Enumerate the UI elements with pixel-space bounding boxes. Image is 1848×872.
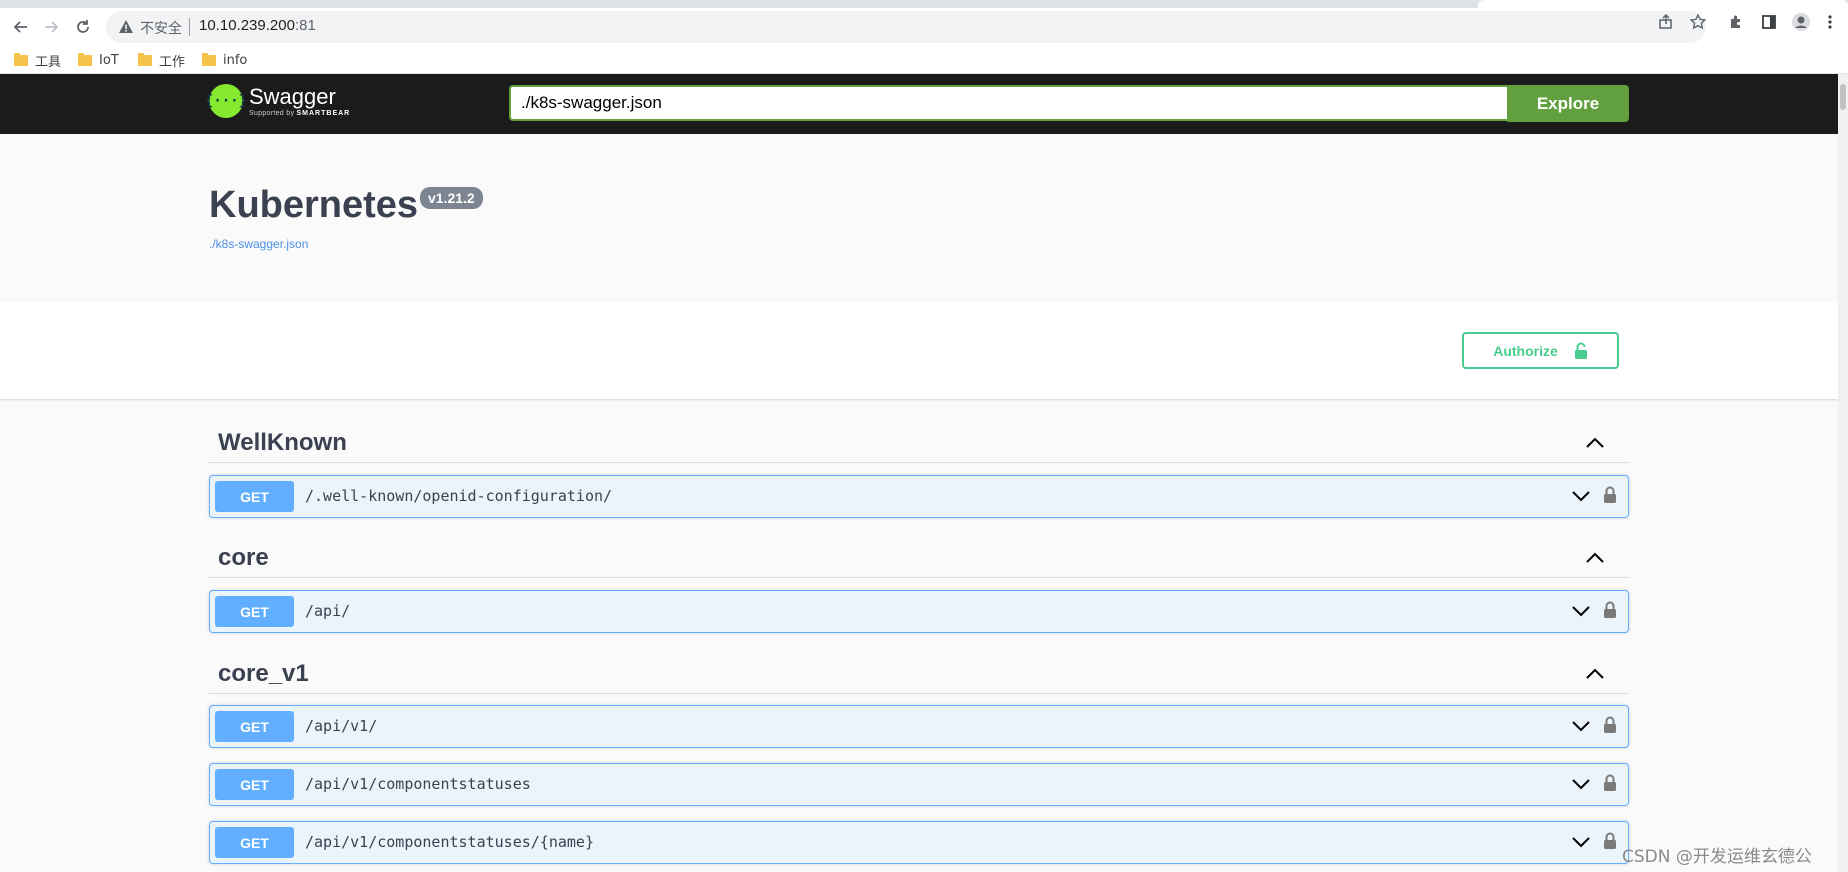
active-tab[interactable] — [1478, 0, 1848, 8]
url-port: :81 — [294, 17, 316, 34]
scheme-container: Authorize — [0, 302, 1838, 399]
method-badge: GET — [215, 596, 294, 627]
tag-header-core-v1[interactable]: core_v1 — [209, 654, 1629, 694]
security-label[interactable]: 不安全 — [140, 18, 182, 38]
chevron-up-icon[interactable] — [1585, 666, 1605, 680]
logo-subtitle: Supported by SMARTBEAR — [249, 110, 351, 117]
page-scrollbar[interactable] — [1838, 74, 1848, 872]
version-badge: v1.21.2 — [420, 187, 483, 209]
bookmark-star-button[interactable] — [1688, 12, 1708, 32]
chevron-up-icon[interactable] — [1585, 435, 1605, 449]
omnibox-divider — [189, 18, 190, 36]
browser-menu-button[interactable] — [1825, 12, 1835, 32]
scrollbar-thumb[interactable] — [1840, 84, 1846, 110]
url-text[interactable]: 10.10.239.200:81 — [199, 17, 316, 34]
bookmark-label: info — [223, 52, 248, 68]
tag-name: WellKnown — [218, 429, 347, 456]
avatar-icon — [1792, 13, 1810, 31]
back-button[interactable] — [8, 14, 34, 40]
warning-icon — [119, 20, 133, 33]
chevron-down-icon[interactable] — [1572, 720, 1590, 732]
csdn-watermark: CSDN @开发运维玄德公 — [1622, 847, 1812, 867]
operation-path: /api/v1/ — [305, 717, 378, 735]
share-icon — [1659, 14, 1672, 29]
method-badge: GET — [215, 481, 294, 512]
authorize-label: Authorize — [1493, 342, 1558, 359]
method-badge: GET — [215, 827, 294, 858]
reload-icon — [77, 20, 89, 33]
browser-toolbar: 不安全 10.10.239.200:81 — [0, 8, 1848, 46]
swagger-logo-icon: {···} — [205, 84, 247, 118]
url-host: 10.10.239.200 — [199, 17, 295, 34]
lock-icon[interactable] — [1603, 774, 1617, 792]
operation-get-api[interactable]: GET /api/ — [209, 590, 1629, 633]
puzzle-icon — [1731, 15, 1740, 28]
operation-path: /api/ — [305, 602, 351, 620]
chevron-down-icon[interactable] — [1572, 490, 1590, 502]
spec-url-link[interactable]: ./k8s-swagger.json — [209, 237, 308, 251]
chevron-down-icon[interactable] — [1572, 605, 1590, 617]
swagger-logo[interactable]: {···} Swagger Supported by SMARTBEAR — [205, 84, 351, 118]
logo-title: Swagger — [249, 84, 336, 109]
method-badge: GET — [215, 711, 294, 742]
operation-get-componentstatus-by-name[interactable]: GET /api/v1/componentstatuses/{name} — [209, 821, 1629, 864]
bookmark-folder-work[interactable]: 工作 — [138, 51, 186, 70]
bookmark-folder-iot[interactable]: IoT — [78, 51, 119, 69]
operation-get-componentstatuses[interactable]: GET /api/v1/componentstatuses — [209, 763, 1629, 806]
chevron-down-icon[interactable] — [1572, 836, 1590, 848]
extensions-button[interactable] — [1726, 12, 1746, 32]
bookmark-label: IoT — [99, 52, 119, 68]
tag-name: core — [218, 544, 269, 571]
profile-button[interactable] — [1791, 12, 1811, 32]
bookmark-label: 工具 — [35, 54, 62, 70]
tag-name: core_v1 — [218, 660, 309, 687]
method-badge: GET — [215, 769, 294, 800]
address-bar[interactable]: 不安全 10.10.239.200:81 — [106, 11, 1706, 43]
reload-button[interactable] — [70, 14, 96, 40]
bookmarks-bar: 工具 IoT 工作 info — [0, 46, 1848, 74]
browser-tab-strip — [0, 0, 1848, 8]
folder-icon — [138, 52, 152, 66]
arrow-left-icon — [13, 21, 27, 33]
unlock-icon — [1574, 342, 1587, 359]
lock-icon[interactable] — [1603, 601, 1617, 619]
operation-get-wellknown[interactable]: GET /.well-known/openid-configuration/ — [209, 475, 1629, 518]
forward-button[interactable] — [38, 14, 64, 40]
bookmark-folder-info[interactable]: info — [202, 51, 247, 69]
kebab-menu-icon — [1828, 15, 1832, 29]
star-icon — [1690, 14, 1706, 30]
lock-icon[interactable] — [1603, 832, 1617, 850]
bookmark-label: 工作 — [159, 54, 186, 70]
bookmark-folder-tools[interactable]: 工具 — [14, 51, 62, 70]
share-button[interactable] — [1656, 12, 1676, 32]
folder-icon — [202, 52, 216, 66]
lock-icon[interactable] — [1603, 716, 1617, 734]
tag-header-wellknown[interactable]: WellKnown — [209, 423, 1629, 463]
spec-url-input[interactable] — [509, 85, 1508, 121]
arrow-right-icon — [45, 21, 59, 33]
folder-icon — [14, 52, 28, 66]
chevron-up-icon[interactable] — [1585, 550, 1605, 564]
folder-icon — [78, 52, 92, 66]
api-title: Kubernetes — [209, 184, 419, 226]
side-panel-icon — [1762, 15, 1776, 29]
explore-button[interactable]: Explore — [1507, 85, 1629, 122]
api-info-section: Kubernetes v1.21.2 ./k8s-swagger.json — [0, 134, 1838, 302]
operation-path: /api/v1/componentstatuses — [305, 775, 531, 793]
operation-path: /api/v1/componentstatuses/{name} — [305, 833, 594, 851]
authorize-button[interactable]: Authorize — [1462, 332, 1619, 369]
side-panel-button[interactable] — [1759, 12, 1779, 32]
chevron-down-icon[interactable] — [1572, 778, 1590, 790]
tag-header-core[interactable]: core — [209, 538, 1629, 578]
operation-get-api-v1[interactable]: GET /api/v1/ — [209, 705, 1629, 748]
swagger-topbar: {···} Swagger Supported by SMARTBEAR Exp… — [0, 74, 1838, 134]
lock-icon[interactable] — [1603, 486, 1617, 504]
operation-path: /.well-known/openid-configuration/ — [305, 487, 613, 505]
